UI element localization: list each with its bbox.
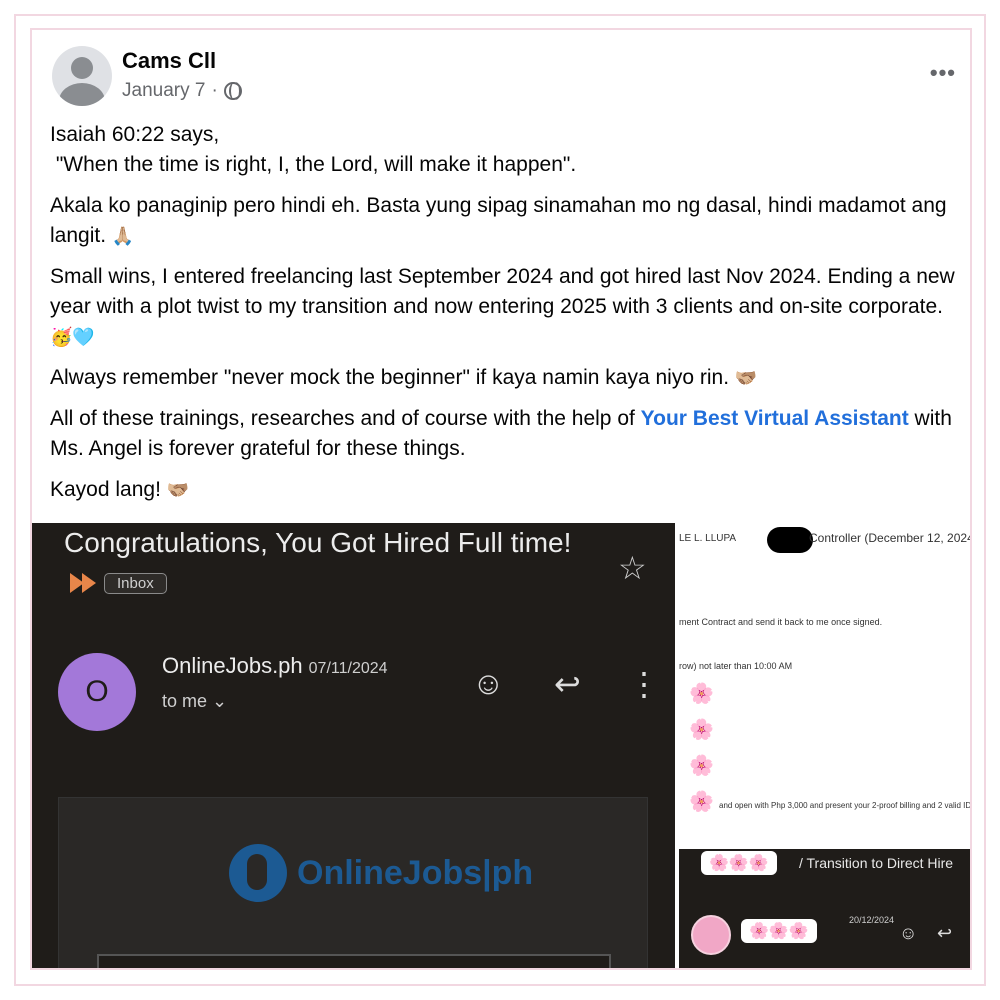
post-date[interactable]: January 7	[122, 80, 205, 102]
email2-date: 20/12/2024	[849, 915, 895, 925]
paragraph-2: Akala ko panaginip pero hindi eh. Basta …	[50, 194, 947, 247]
redaction	[767, 527, 813, 553]
globe-icon	[223, 82, 242, 100]
sender-avatar-2	[691, 915, 731, 955]
flower-sticker: 🌸	[689, 719, 714, 741]
paragraph-5: All of these trainings, researches and o…	[50, 407, 952, 460]
author-name[interactable]: Cams Cll	[122, 48, 216, 74]
kebab-icon: ⋮	[628, 666, 660, 702]
post-card: Cams Cll January 7 · ••• Isaiah 60:22 sa…	[30, 28, 972, 970]
smile-icon: ☺	[899, 923, 918, 943]
separator: ·	[211, 80, 218, 101]
sender-name: OnlineJobs.ph	[162, 653, 303, 678]
smile-icon: ☺	[472, 665, 505, 701]
photo-email2-screenshot[interactable]: 🌸🌸🌸 / Transition to Direct Hire 🌸🌸🌸 20/1…	[679, 849, 970, 968]
recipient: to me ⌄	[162, 691, 228, 711]
party-heart-emoji: 🥳🩵	[50, 327, 95, 347]
handshake-emoji: 🫱🏼‍🫲🏽	[166, 480, 190, 500]
doc-line-3: row) not later than 10:00 AM	[679, 661, 793, 671]
paragraph-3: Small wins, I entered freelancing last S…	[50, 265, 955, 347]
sender-avatar: O	[58, 653, 136, 731]
more-options-button[interactable]: •••	[930, 60, 956, 86]
email2-subject: / Transition to Direct Hire	[799, 855, 954, 871]
inbox-label: Inbox	[104, 573, 167, 594]
doc-line-2: ment Contract and send it back to me onc…	[679, 617, 883, 627]
photo-grid: Congratulations, You Got Hired Full time…	[32, 523, 972, 968]
flower-sticker: 🌸	[689, 683, 714, 705]
reply-icon: ↩	[937, 923, 953, 943]
post-text: Isaiah 60:22 says, "When the time is rig…	[50, 120, 960, 516]
pray-emoji: 🙏🏼	[111, 226, 135, 246]
doc-name-fragment: LE L. LLUPA	[679, 533, 737, 544]
star-icon: ☆	[618, 550, 647, 586]
post-meta: January 7 ·	[122, 80, 242, 102]
paragraph-1: Isaiah 60:22 says, "When the time is rig…	[50, 123, 577, 176]
doc-line-4: and open with Php 3,000 and present your…	[719, 801, 972, 810]
photo-email-screenshot[interactable]: Congratulations, You Got Hired Full time…	[32, 523, 675, 968]
paragraph-6: Kayod lang! 🫱🏼‍🫲🏽	[50, 478, 190, 501]
onlinejobs-logo-icon	[229, 844, 287, 902]
sender-line: OnlineJobs.ph 07/11/2024	[162, 653, 388, 679]
chevron-down-icon: ⌄	[212, 691, 228, 711]
handshake-emoji: 🫱🏼‍🫲🏽	[734, 368, 758, 388]
email-body: OnlineJobs|ph	[58, 797, 648, 968]
flower-sticker: 🌸	[689, 791, 714, 813]
onlinejobs-logo: OnlineJobs|ph	[229, 844, 533, 902]
email-subject: Congratulations, You Got Hired Full time…	[64, 527, 572, 558]
email-date: 07/11/2024	[308, 660, 388, 677]
doc-title-fragment: Controller (December 12, 2024	[809, 531, 972, 545]
photo-document-screenshot[interactable]: LE L. LLUPA Controller (December 12, 202…	[679, 523, 972, 845]
flower-sticker: 🌸	[689, 755, 714, 777]
avatar[interactable]	[52, 46, 112, 106]
reply-icon: ↩	[554, 666, 581, 702]
flower-stickers-2: 🌸🌸🌸	[741, 919, 817, 943]
flower-stickers: 🌸🌸🌸	[701, 851, 777, 875]
paragraph-4: Always remember "never mock the beginner…	[50, 366, 758, 389]
page-link[interactable]: Your Best Virtual Assistant	[641, 407, 909, 430]
